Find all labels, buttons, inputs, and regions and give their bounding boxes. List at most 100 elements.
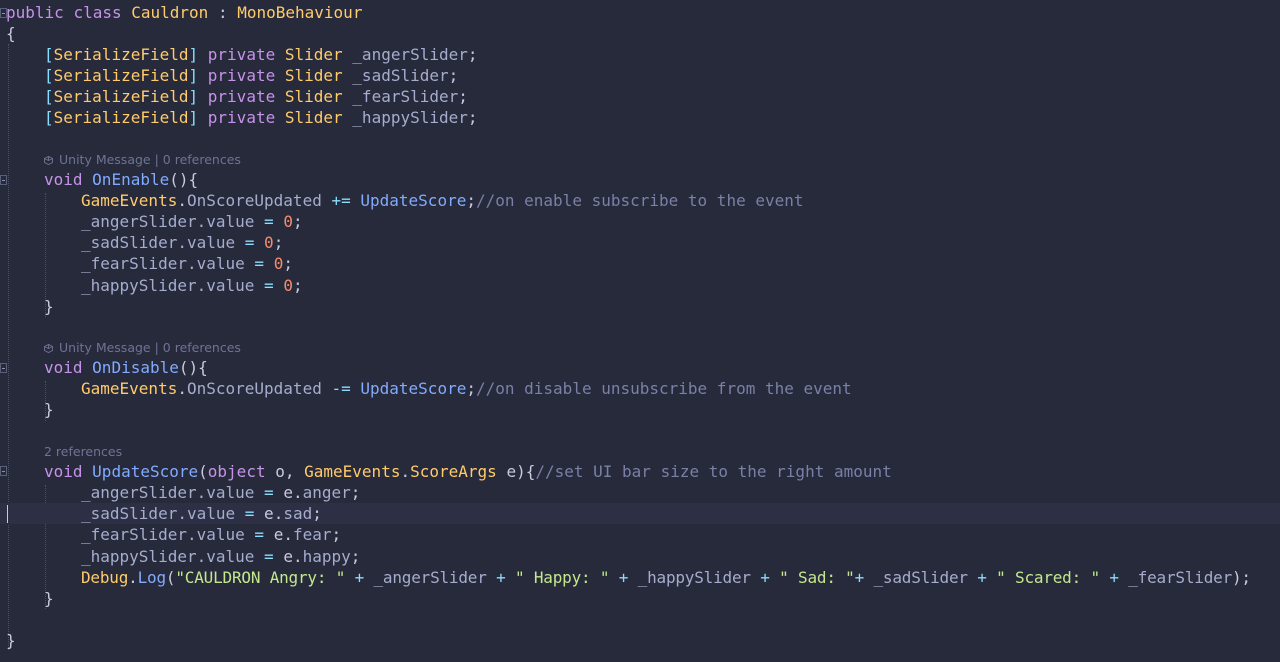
code-line[interactable]: public class Cauldron : MonoBehaviour: [0, 2, 1280, 23]
code-line[interactable]: }: [0, 296, 1280, 317]
assign-target: _sadSlider.value: [81, 233, 236, 252]
attribute: SerializeField: [53, 45, 189, 64]
codelens-label[interactable]: Unity Message: [59, 152, 151, 167]
attribute: SerializeField: [53, 108, 189, 127]
type-name: Slider: [284, 87, 343, 106]
code-line[interactable]: [SerializeField] private Slider _angerSl…: [0, 44, 1280, 65]
operator: -=: [331, 379, 351, 398]
codelens-references[interactable]: 0 references: [163, 152, 241, 167]
code-line[interactable]: _angerSlider.value = e.anger;: [0, 482, 1280, 503]
number-literal: 0: [264, 233, 274, 252]
keyword: object: [207, 462, 266, 481]
number-literal: 0: [283, 212, 293, 231]
field-name: _angerSlider: [352, 45, 468, 64]
codelens-references[interactable]: 0 references: [163, 340, 241, 355]
string-literal: "CAULDRON Angry: ": [175, 568, 346, 587]
code-line[interactable]: }: [0, 399, 1280, 420]
parameter: e: [506, 462, 517, 481]
method-name: UpdateScore: [92, 462, 199, 481]
code-line[interactable]: [SerializeField] private Slider _sadSlid…: [0, 65, 1280, 86]
code-line[interactable]: _sadSlider.value = 0;: [0, 232, 1280, 253]
code-line[interactable]: void UpdateScore(object o, GameEvents.Sc…: [0, 461, 1280, 482]
identifier: _fearSlider: [1128, 568, 1232, 587]
type-name: Slider: [284, 45, 343, 64]
codelens[interactable]: Unity Message | 0 references: [0, 152, 1280, 168]
field-name: _happySlider: [352, 108, 468, 127]
class-name: GameEvents: [81, 191, 178, 210]
class-name: Cauldron: [131, 3, 209, 22]
member-name: happy: [302, 547, 351, 566]
code-line[interactable]: {: [0, 23, 1280, 44]
string-literal: " Sad: ": [779, 568, 855, 587]
code-line[interactable]: Debug.Log("CAULDRON Angry: " + _angerSli…: [0, 567, 1280, 588]
keyword: private: [207, 45, 276, 64]
assign-target: _angerSlider.value: [81, 212, 255, 231]
type-name: Slider: [284, 108, 343, 127]
punctuation: :: [208, 3, 238, 22]
class-name: GameEvents: [304, 462, 401, 481]
unity-cube-icon: [44, 156, 53, 165]
identifier: _happySlider: [637, 568, 751, 587]
code-line[interactable]: _fearSlider.value = 0;: [0, 253, 1280, 274]
code-line[interactable]: _angerSlider.value = 0;: [0, 211, 1280, 232]
identifier: _angerSlider: [373, 568, 487, 587]
brace: {: [6, 24, 16, 43]
code-line[interactable]: void OnEnable(){: [0, 169, 1280, 190]
punctuation: (){: [178, 358, 208, 377]
base-class: MonoBehaviour: [237, 3, 363, 22]
method-name: UpdateScore: [360, 379, 467, 398]
code-line[interactable]: GameEvents.OnScoreUpdated -= UpdateScore…: [0, 378, 1280, 399]
codelens[interactable]: 2 references: [0, 444, 1280, 460]
code-line[interactable]: [SerializeField] private Slider _happySl…: [0, 107, 1280, 128]
attribute: SerializeField: [53, 66, 189, 85]
keyword: private: [207, 87, 276, 106]
keyword: void: [44, 462, 83, 481]
number-literal: 0: [283, 276, 293, 295]
class-name: Debug: [81, 568, 129, 587]
string-literal: " Scared: ": [996, 568, 1100, 587]
keyword: void: [44, 358, 83, 377]
member-name: OnScoreUpdated: [186, 379, 322, 398]
code-line[interactable]: void OnDisable(){: [0, 357, 1280, 378]
keyword: void: [44, 170, 83, 189]
member-name: fear: [292, 525, 332, 544]
codelens[interactable]: Unity Message | 0 references: [0, 340, 1280, 356]
keyword: class: [73, 3, 122, 22]
code-editor[interactable]: public class Cauldron : MonoBehaviour { …: [0, 0, 1280, 662]
codelens-separator: |: [150, 340, 163, 355]
comment: //on disable unsubscribe from the event: [475, 379, 852, 398]
keyword: public: [6, 3, 64, 22]
parameter: o: [275, 462, 285, 481]
codelens-separator: |: [150, 152, 163, 167]
text-caret: [7, 505, 8, 523]
comment: //set UI bar size to the right amount: [535, 462, 892, 481]
assign-target: _happySlider.value: [81, 276, 255, 295]
type-name: Slider: [284, 66, 343, 85]
class-name: ScoreArgs: [410, 462, 497, 481]
code-line[interactable]: _happySlider.value = e.happy;: [0, 546, 1280, 567]
assign-target: _fearSlider.value: [81, 525, 245, 544]
current-code-line[interactable]: _sadSlider.value = e.sad;: [0, 503, 1280, 524]
unity-cube-icon: [44, 344, 53, 353]
code-line[interactable]: _happySlider.value = 0;: [0, 275, 1280, 296]
assign-target: _fearSlider.value: [81, 254, 245, 273]
code-line[interactable]: [SerializeField] private Slider _fearSli…: [0, 86, 1280, 107]
method-name: OnEnable: [92, 170, 170, 189]
brace: }: [44, 297, 54, 316]
code-line[interactable]: }: [0, 588, 1280, 609]
codelens-references[interactable]: 2 references: [44, 444, 122, 459]
member-name: OnScoreUpdated: [186, 191, 322, 210]
code-line[interactable]: }: [0, 630, 1280, 651]
brace: }: [44, 400, 54, 419]
keyword: private: [207, 66, 276, 85]
codelens-label[interactable]: Unity Message: [59, 340, 151, 355]
code-line[interactable]: _fearSlider.value = e.fear;: [0, 524, 1280, 545]
member-name: sad: [283, 504, 313, 523]
field-name: _fearSlider: [352, 87, 459, 106]
class-name: GameEvents: [81, 379, 178, 398]
member-name: anger: [302, 483, 351, 502]
code-line[interactable]: GameEvents.OnScoreUpdated += UpdateScore…: [0, 190, 1280, 211]
assign-target: _sadSlider.value: [81, 504, 236, 523]
string-literal: " Happy: ": [514, 568, 610, 587]
keyword: private: [207, 108, 276, 127]
